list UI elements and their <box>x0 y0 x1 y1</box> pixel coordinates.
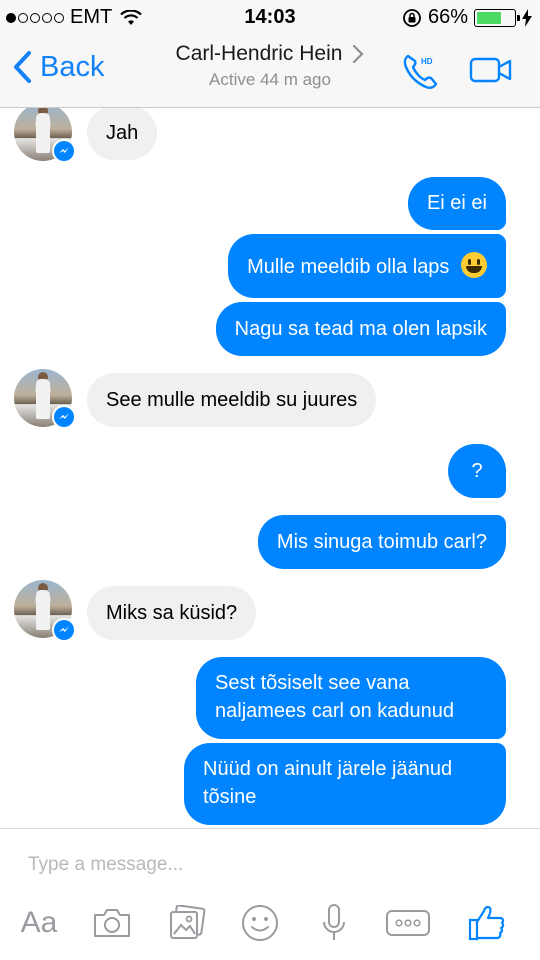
smiley-emoji-icon <box>461 252 487 278</box>
thumbs-up-icon <box>468 905 505 941</box>
message-input[interactable] <box>28 851 508 879</box>
video-camera-icon <box>469 57 512 83</box>
voice-message-button[interactable] <box>320 901 348 945</box>
outgoing-message-bubble[interactable]: Mulle meeldib olla laps <box>228 234 506 298</box>
video-call-button[interactable] <box>469 56 513 89</box>
message-list[interactable]: Jah Ei ei ei Mulle meeldib olla laps Nag… <box>0 108 540 828</box>
hd-badge: HD <box>421 57 433 66</box>
contact-name: Carl-Hendric Hein <box>175 42 343 65</box>
outgoing-message-bubble[interactable]: Ei ei ei <box>407 177 506 230</box>
message-text: Mis sinuga toimub carl? <box>276 531 487 553</box>
composer-toolbar: Aa <box>0 901 540 949</box>
messenger-badge-icon <box>52 405 76 429</box>
emoji-button[interactable] <box>240 901 280 945</box>
outgoing-message-bubble[interactable]: Nagu sa tead ma olen lapsik <box>215 302 506 356</box>
chevron-right-icon <box>353 44 364 64</box>
message-text: Nagu sa tead ma olen lapsik <box>234 318 487 340</box>
status-bar: EMT 14:03 66% <box>0 0 540 36</box>
battery-percent: 66% <box>427 6 468 28</box>
message-composer: Aa <box>0 828 540 960</box>
photos-button[interactable] <box>166 901 208 945</box>
contact-status: Active 44 m ago <box>209 70 331 89</box>
smiley-icon <box>242 905 278 941</box>
camera-icon <box>94 909 130 937</box>
message-text: Mulle meeldib olla laps <box>247 256 450 278</box>
outgoing-message-bubble[interactable]: Nüüd on ainult järele jäänud tõsine <box>184 743 506 825</box>
microphone-icon <box>323 904 345 940</box>
camera-button[interactable] <box>90 901 134 945</box>
charging-bolt-icon <box>522 8 532 27</box>
conversation-header: Back Carl-Hendric Hein Active 44 m ago H… <box>0 36 540 108</box>
outgoing-message-bubble[interactable]: ? <box>448 444 506 498</box>
image-gallery-icon <box>170 905 206 939</box>
contact-info[interactable]: Carl-Hendric Hein Active 44 m ago <box>0 42 540 90</box>
status-right: 66% <box>402 6 532 29</box>
messenger-badge-icon <box>52 618 76 642</box>
message-text: Nüüd on ainult järele jäänud tõsine <box>203 758 453 808</box>
phone-hd-icon: HD <box>403 54 438 89</box>
message-text: Ei ei ei <box>426 192 487 214</box>
battery-level-fill <box>477 11 501 24</box>
message-text: Sest tõsiselt see vana naljamees carl on… <box>215 672 455 722</box>
more-dots-icon <box>386 910 430 936</box>
orientation-lock-icon <box>403 8 421 27</box>
outgoing-message-bubble[interactable]: Mis sinuga toimub carl? <box>257 515 506 569</box>
text-format-button[interactable]: Aa <box>16 901 62 945</box>
message-text: See mulle meeldib su juures <box>106 389 358 411</box>
messenger-badge-icon <box>52 139 76 163</box>
battery-icon <box>474 8 520 27</box>
hd-call-button[interactable]: HD <box>400 50 442 97</box>
incoming-message-bubble[interactable]: See mulle meeldib su juures <box>87 373 377 427</box>
incoming-message-bubble[interactable]: Jah <box>87 108 158 160</box>
outgoing-message-bubble[interactable]: Sest tõsiselt see vana naljamees carl on… <box>196 657 506 739</box>
incoming-message-bubble[interactable]: Miks sa küsid? <box>87 586 257 640</box>
more-options-button[interactable] <box>384 901 432 945</box>
message-text: Jah <box>106 122 139 144</box>
like-button[interactable] <box>466 901 508 945</box>
message-text: ? <box>471 460 483 482</box>
message-text: Miks sa küsid? <box>106 602 238 624</box>
